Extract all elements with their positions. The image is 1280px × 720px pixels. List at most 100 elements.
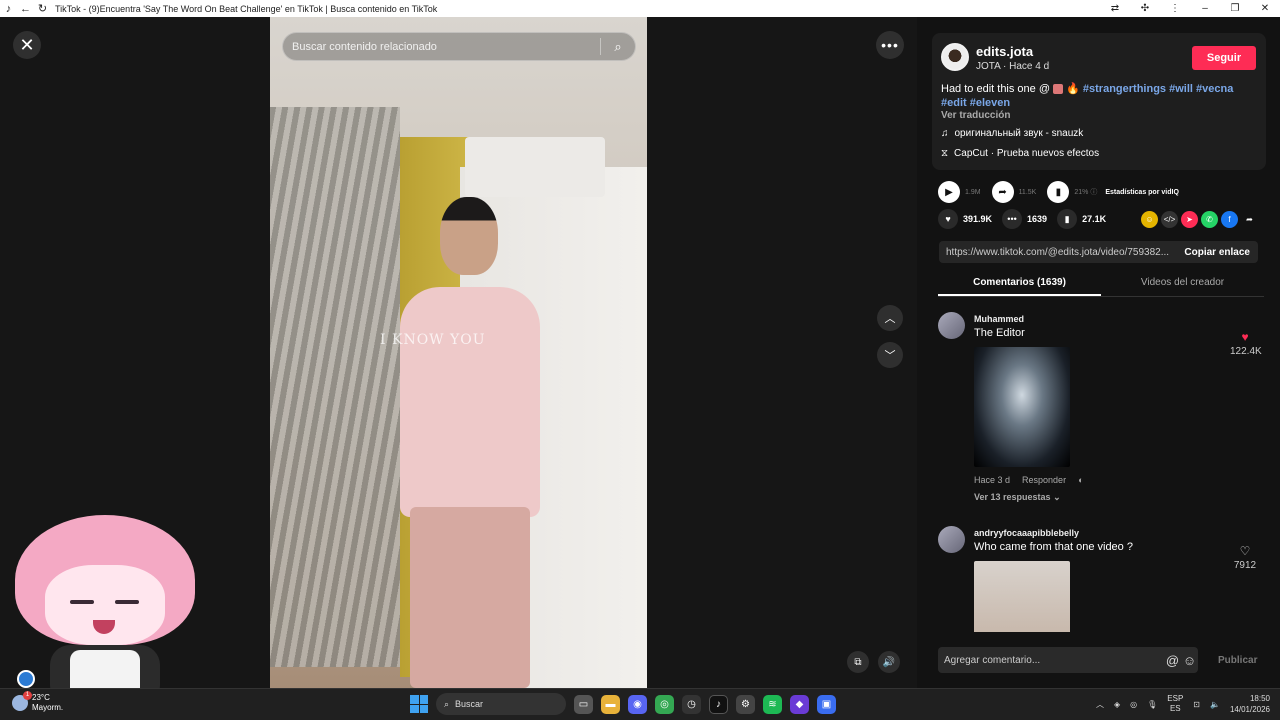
heart-outline-icon[interactable]: ♡ xyxy=(1230,544,1260,558)
music-link[interactable]: ♫ оригинальный звук - snauzk xyxy=(941,128,1083,139)
follow-button[interactable]: Seguir xyxy=(1192,46,1256,70)
commenter-username[interactable]: Muhammed xyxy=(974,314,1024,324)
comment-like[interactable]: ♡ 7912 xyxy=(1230,544,1260,571)
window-close-button[interactable]: ✕ xyxy=(1250,0,1280,17)
info-icon[interactable]: ⓘ xyxy=(1090,187,1097,197)
search-icon: ⌕ xyxy=(444,698,450,709)
commenter-username[interactable]: andryyfocaaapibblebelly xyxy=(974,528,1079,538)
tray-wifi-icon[interactable]: ◎ xyxy=(1130,700,1137,709)
menu-dots-icon[interactable]: ⋮ xyxy=(1160,0,1190,17)
extensions-icon[interactable]: ✣ xyxy=(1130,0,1160,17)
sticker-eye-left xyxy=(70,600,94,604)
sticker-app-badge-icon[interactable] xyxy=(17,670,35,688)
previous-video-button[interactable]: ︿ xyxy=(877,305,903,331)
comment-like[interactable]: ♥ 122.4K xyxy=(1230,330,1262,357)
back-arrow-icon[interactable]: ← xyxy=(17,0,34,17)
hashtag-link[interactable]: #vecna xyxy=(1196,83,1233,95)
vidiq-label[interactable]: Estadísticas por vidIQ xyxy=(1105,189,1179,196)
related-search-box[interactable]: ⌕ xyxy=(282,32,636,61)
author-avatar[interactable] xyxy=(941,43,969,71)
tab-creator-videos[interactable]: Videos del creador xyxy=(1101,273,1264,296)
tray-app-icon[interactable]: ◈ xyxy=(1114,700,1120,709)
restore-button[interactable]: ❐ xyxy=(1220,0,1250,17)
windows-start-icon[interactable] xyxy=(410,695,428,713)
related-search-input[interactable] xyxy=(283,40,600,53)
more-share-arrow-icon[interactable]: ➦ xyxy=(1241,211,1258,228)
hashtag-link[interactable]: #eleven xyxy=(970,97,1010,109)
system-clock[interactable]: 18:50 14/01/2026 xyxy=(1230,693,1270,715)
pip-button[interactable]: ⧉ xyxy=(847,651,869,673)
author-username[interactable]: edits.jota xyxy=(976,44,1033,59)
file-explorer-icon[interactable]: ▬ xyxy=(601,694,620,714)
weather-widget[interactable]: 1 23°C Mayorm. xyxy=(12,691,63,713)
fire-emoji-icon: 🔥 xyxy=(1066,83,1080,95)
tiktok-app-icon[interactable]: ♪ xyxy=(709,694,728,714)
translate-icon[interactable]: ⇄ xyxy=(1100,0,1130,17)
sticker-eye-right xyxy=(115,600,139,604)
play-icon: ▶ xyxy=(938,181,960,203)
minimize-button[interactable]: – xyxy=(1190,0,1220,17)
comment-bubble-icon[interactable]: ••• xyxy=(1002,209,1023,229)
more-options-button[interactable]: ••• xyxy=(876,31,904,59)
comments-list: Muhammed The Editor Hace 3 d Responder ◐… xyxy=(938,312,1268,632)
language-indicator[interactable]: ESP ES xyxy=(1167,694,1183,714)
effect-link[interactable]: ⧖ CapCut · Prueba nuevos efectos xyxy=(941,148,1099,159)
tab-comments[interactable]: Comentarios (1639) xyxy=(938,273,1101,296)
more-dots-icon: ••• xyxy=(881,37,899,53)
reply-button[interactable]: Responder xyxy=(1022,475,1066,485)
task-view-icon[interactable]: ▭ xyxy=(574,694,593,714)
mention-at-icon[interactable]: @ xyxy=(1164,653,1181,668)
emoji-share-icon[interactable]: ☺ xyxy=(1141,210,1158,228)
emoji-icon[interactable]: ☺ xyxy=(1181,653,1198,668)
facebook-icon[interactable]: f xyxy=(1221,210,1238,228)
chrome-icon[interactable]: ◎ xyxy=(655,694,674,714)
commenter-avatar[interactable] xyxy=(938,312,965,339)
close-video-button[interactable]: ✕ xyxy=(13,31,41,59)
taskbar-search[interactable]: ⌕ Buscar xyxy=(436,693,566,715)
weather-notification-badge: 1 xyxy=(23,691,32,700)
send-to-friends-icon[interactable]: ➤ xyxy=(1181,210,1198,228)
hashtag-link[interactable]: #strangerthings xyxy=(1083,83,1166,95)
bookmark-icon[interactable]: ▮ xyxy=(1057,209,1078,229)
windows-taskbar: 1 23°C Mayorm. ⌕ Buscar ▭ ▬ ◉ ◎ ◷ ♪ ⚙ ≋ … xyxy=(0,688,1280,720)
video-overlay-text: I KNOW YOU xyxy=(380,332,486,348)
spotify-icon[interactable]: ≋ xyxy=(763,694,782,714)
hashtag-link[interactable]: #will xyxy=(1169,83,1193,95)
discord-icon[interactable]: ◉ xyxy=(628,694,647,714)
view-replies-button[interactable]: Ver 13 respuestas ⌄ xyxy=(974,492,1061,503)
video-person-head xyxy=(440,197,498,275)
publish-button[interactable]: Publicar xyxy=(1218,655,1257,666)
video-url[interactable]: https://www.tiktok.com/@edits.jota/video… xyxy=(939,247,1176,258)
network-icon[interactable]: ⊡ xyxy=(1193,700,1200,709)
heart-filled-icon[interactable]: ♥ xyxy=(1230,330,1260,344)
comments-count: 1639 xyxy=(1027,214,1048,224)
clock-app-icon[interactable]: ◷ xyxy=(682,694,701,714)
comment-image-thumbnail[interactable] xyxy=(974,561,1070,632)
blue-app-icon[interactable]: ▣ xyxy=(817,694,836,714)
purple-app-icon[interactable]: ◆ xyxy=(790,694,809,714)
video-player[interactable]: I KNOW YOU xyxy=(270,17,647,688)
comment-input[interactable] xyxy=(938,654,1164,666)
see-translation-link[interactable]: Ver traducción xyxy=(941,110,1010,121)
copy-link-button[interactable]: Copiar enlace xyxy=(1176,247,1258,258)
tray-chevron-up-icon[interactable]: ︿ xyxy=(1096,699,1104,710)
speaker-icon[interactable]: 🔈 xyxy=(1210,700,1220,709)
commenter-avatar[interactable] xyxy=(938,526,965,553)
like-heart-icon[interactable]: ♥ xyxy=(938,209,958,229)
next-video-button[interactable]: ﹀ xyxy=(877,342,903,368)
window-controls: ⇄ ✣ ⋮ – ❐ ✕ xyxy=(1100,0,1280,17)
whatsapp-icon[interactable]: ✆ xyxy=(1201,210,1218,228)
volume-button[interactable]: 🔊 xyxy=(878,651,900,673)
search-icon[interactable]: ⌕ xyxy=(601,39,635,55)
microphone-icon[interactable]: 🎙 xyxy=(1147,700,1157,709)
weather-cloud-icon: 1 xyxy=(12,691,32,711)
steam-icon[interactable]: ⚙ xyxy=(736,694,755,714)
embed-code-icon[interactable]: </> xyxy=(1161,210,1178,228)
comment-image-chrome-figure[interactable] xyxy=(974,347,1070,467)
engagement-percent: 21% xyxy=(1074,188,1089,196)
music-title: оригинальный звук - snauzk xyxy=(954,128,1084,139)
taskbar-apps: ⌕ Buscar ▭ ▬ ◉ ◎ ◷ ♪ ⚙ ≋ ◆ ▣ xyxy=(410,693,836,715)
hashtag-link[interactable]: #edit xyxy=(941,97,967,109)
refresh-icon[interactable]: ↻ xyxy=(34,0,51,17)
video-stage: ✕ I KNOW YOU ⌕ ••• ︿ ﹀ ⧉ 🔊 xyxy=(0,17,917,705)
